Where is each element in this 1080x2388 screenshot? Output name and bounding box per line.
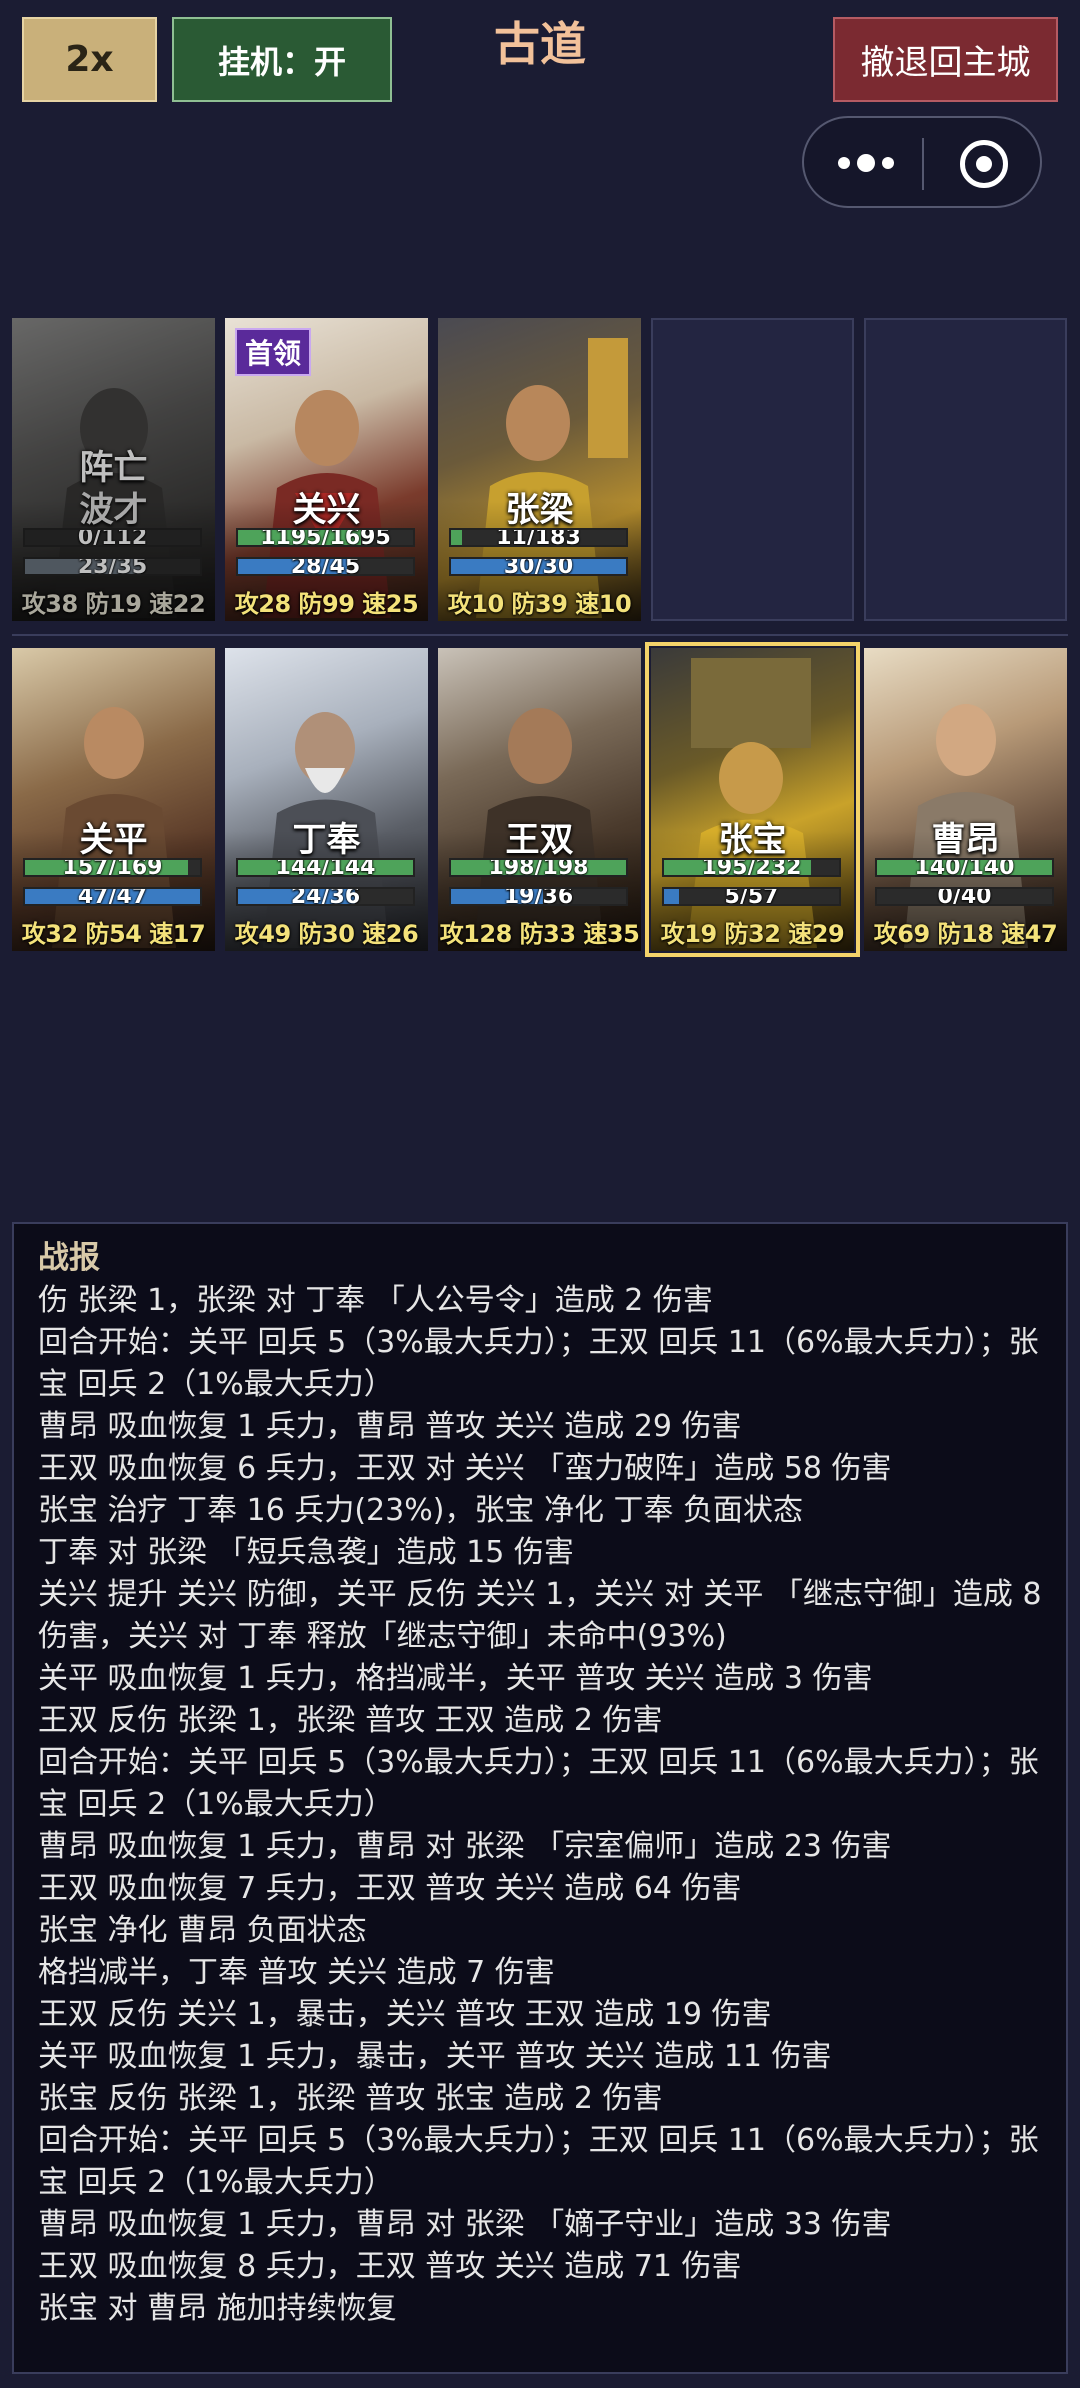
- empty-enemy-slot: [864, 318, 1067, 621]
- general-stats: 攻19 防32 速29: [660, 920, 845, 948]
- hp-bar: 195/232: [662, 858, 841, 877]
- log-entry: 王双 吸血恢复 8 兵力，王双 普攻 关兴 造成 71 伤害: [38, 2249, 742, 2284]
- log-entry: 回合开始：关平 回兵 5（3%最大兵力）；王双 回兵 11（6%最大兵力）；张宝…: [38, 1745, 1039, 1822]
- general-name: 张梁: [505, 490, 574, 530]
- hp-bar: 11/183: [449, 528, 628, 547]
- log-entry: 回合开始：关平 回兵 5（3%最大兵力）；王双 回兵 11（6%最大兵力）；张宝…: [38, 2123, 1039, 2200]
- enemy-card-3[interactable]: 张梁 11/183 30/30 攻10 防39 速10: [438, 318, 641, 621]
- general-stats: 攻10 防39 速10: [447, 590, 632, 618]
- general-stats: 攻32 防54 速17: [21, 920, 206, 948]
- hp-bar: 0/112: [23, 528, 202, 547]
- capsule-divider: [922, 138, 924, 190]
- general-name: 曹昂: [931, 820, 1000, 860]
- hp-bar: 140/140: [875, 858, 1054, 877]
- retreat-to-city-button[interactable]: 撤退回主城: [833, 17, 1058, 102]
- player-card-4[interactable]: 张宝 195/232 5/57 攻19 防32 速29: [645, 642, 860, 957]
- enemy-card-2[interactable]: 首领 关兴 1195/1695 28/45 攻28 防99 速25: [225, 318, 428, 621]
- general-stats: 攻69 防18 速47: [873, 920, 1058, 948]
- leader-badge: 首领: [235, 328, 312, 376]
- enemy-card-1[interactable]: 阵亡 波才 0/112 23/35 攻38 防19 速22: [12, 318, 215, 621]
- troops-bar: 19/36: [449, 887, 628, 906]
- troops-bar: 23/35: [23, 557, 202, 576]
- troops-bar: 24/36: [236, 887, 415, 906]
- general-stats: 攻128 防33 速35: [439, 920, 640, 948]
- log-entry: 王双 吸血恢复 6 兵力，王双 对 关兴 「蛮力破阵」造成 58 伤害: [38, 1451, 892, 1486]
- log-entry: 曹昂 吸血恢复 1 兵力，曹昂 普攻 关兴 造成 29 伤害: [38, 1409, 742, 1444]
- close-miniprogram-icon[interactable]: [960, 140, 1008, 188]
- log-entry: 关兴 提升 关兴 防御，关平 反伤 关兴 1，关兴 对 关平 「继志守御」造成 …: [38, 1577, 1042, 1654]
- log-entry: 张宝 治疗 丁奉 16 兵力(23%)，张宝 净化 丁奉 负面状态: [38, 1493, 804, 1528]
- more-options-icon[interactable]: [838, 146, 894, 180]
- troops-bar: 30/30: [449, 557, 628, 576]
- player-card-2[interactable]: 丁奉 144/144 24/36 攻49 防30 速26: [225, 648, 428, 951]
- hp-bar: 144/144: [236, 858, 415, 877]
- log-entry: 格挡减半，丁奉 普攻 关兴 造成 7 伤害: [38, 1955, 555, 1990]
- log-entry: 回合开始：关平 回兵 5（3%最大兵力）；王双 回兵 11（6%最大兵力）；张宝…: [38, 1325, 1039, 1402]
- general-stats: 攻49 防30 速26: [234, 920, 419, 948]
- player-card-5[interactable]: 曹昂 140/140 0/40 攻69 防18 速47: [864, 648, 1067, 951]
- log-entry: 曹昂 吸血恢复 1 兵力，曹昂 对 张梁 「宗室偏师」造成 23 伤害: [38, 1829, 892, 1864]
- hp-bar: 198/198: [449, 858, 628, 877]
- general-name: 王双: [505, 820, 574, 860]
- troops-bar: 28/45: [236, 557, 415, 576]
- general-name: 波才: [79, 490, 148, 530]
- troops-bar: 5/57: [662, 887, 841, 906]
- general-name: 张宝: [718, 820, 787, 860]
- troops-bar: 47/47: [23, 887, 202, 906]
- log-entry: 关平 吸血恢复 1 兵力，格挡减半，关平 普攻 关兴 造成 3 伤害: [38, 1661, 873, 1696]
- log-entry: 曹昂 吸血恢复 1 兵力，曹昂 对 张梁 「嫡子守业」造成 33 伤害: [38, 2207, 892, 2242]
- miniprogram-capsule: [802, 116, 1042, 208]
- log-entry: 伤 张梁 1，张梁 对 丁奉 「人公号令」造成 2 伤害: [38, 1283, 713, 1318]
- player-card-3[interactable]: 王双 198/198 19/36 攻128 防33 速35: [438, 648, 641, 951]
- hp-bar: 1195/1695: [236, 528, 415, 547]
- log-entry: 王双 反伤 张梁 1，张梁 普攻 王双 造成 2 伤害: [38, 1703, 663, 1738]
- battle-log-panel[interactable]: 战报 伤 张梁 1，张梁 对 丁奉 「人公号令」造成 2 伤害 回合开始：关平 …: [12, 1222, 1068, 2374]
- hp-bar: 157/169: [23, 858, 202, 877]
- log-entry: 丁奉 对 张梁 「短兵急袭」造成 15 伤害: [38, 1535, 574, 1570]
- general-name: 关兴: [292, 490, 361, 530]
- log-entry: 张宝 净化 曹昂 负面状态: [38, 1913, 367, 1948]
- player-card-1[interactable]: 关平 157/169 47/47 攻32 防54 速17: [12, 648, 215, 951]
- general-stats: 攻28 防99 速25: [234, 590, 419, 618]
- log-entry: 张宝 反伤 张梁 1，张梁 普攻 张宝 造成 2 伤害: [38, 2081, 663, 2116]
- battle-log-title: 战报: [38, 1240, 100, 1276]
- general-name: 丁奉: [292, 820, 361, 860]
- team-divider: [12, 634, 1068, 636]
- log-entry: 关平 吸血恢复 1 兵力，暴击，关平 普攻 关兴 造成 11 伤害: [38, 2039, 832, 2074]
- general-stats: 攻38 防19 速22: [21, 590, 206, 618]
- general-name: 关平: [79, 820, 148, 860]
- empty-enemy-slot: [651, 318, 854, 621]
- troops-bar: 0/40: [875, 887, 1054, 906]
- log-entry: 王双 吸血恢复 7 兵力，王双 普攻 关兴 造成 64 伤害: [38, 1871, 742, 1906]
- log-entry: 张宝 对 曹昂 施加持续恢复: [38, 2291, 397, 2326]
- battle-log-lines: 伤 张梁 1，张梁 对 丁奉 「人公号令」造成 2 伤害 回合开始：关平 回兵 …: [38, 1280, 1042, 2330]
- log-entry: 王双 反伤 关兴 1，暴击，关兴 普攻 王双 造成 19 伤害: [38, 1997, 772, 2032]
